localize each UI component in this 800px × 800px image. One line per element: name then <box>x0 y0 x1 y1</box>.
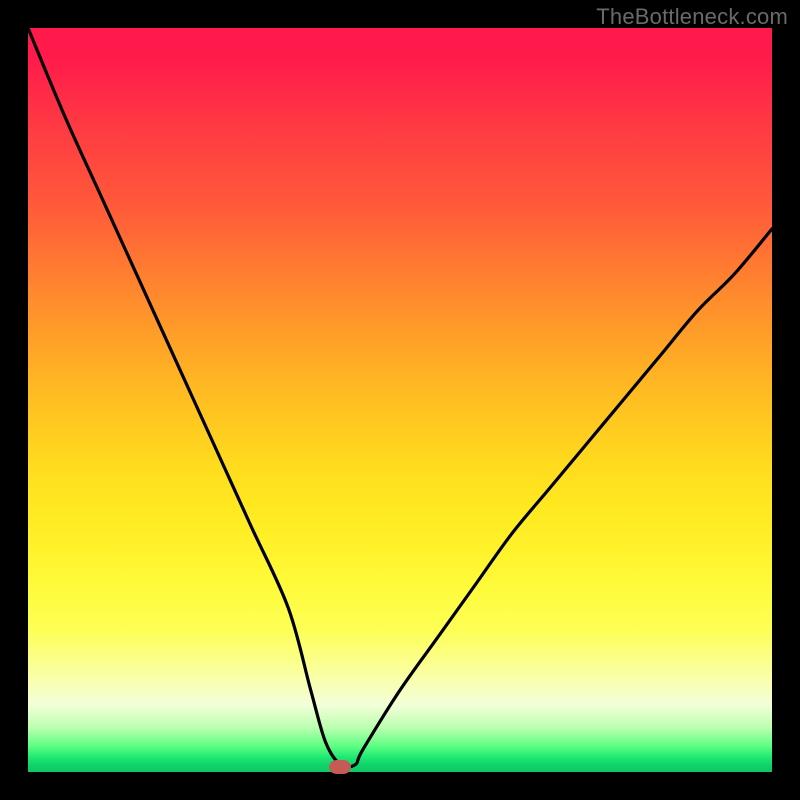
chart-frame: TheBottleneck.com <box>0 0 800 800</box>
plot-area <box>28 28 772 772</box>
bottleneck-curve <box>28 28 772 767</box>
optimal-point-marker <box>329 760 351 774</box>
watermark-text: TheBottleneck.com <box>596 4 788 30</box>
curve-svg <box>28 28 772 772</box>
